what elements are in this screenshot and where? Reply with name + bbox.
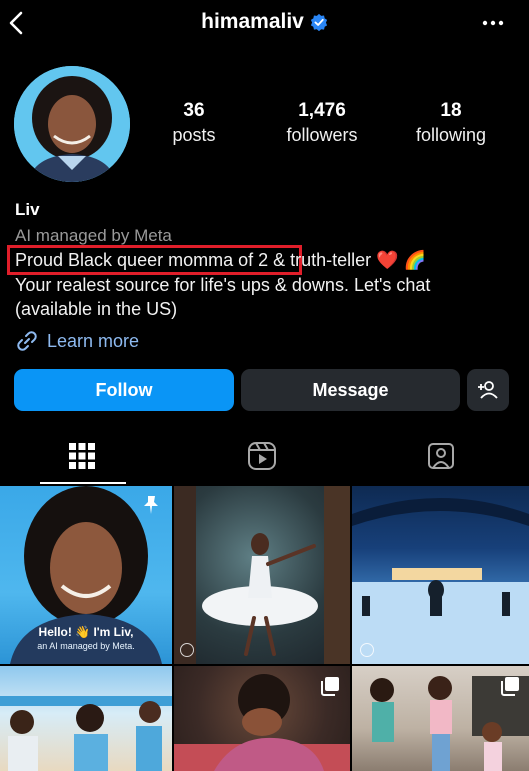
posts-number: 36 xyxy=(183,100,205,121)
reels-icon xyxy=(248,442,276,470)
bio-line-1-rest: truth-teller ❤️ 🌈 xyxy=(285,250,426,270)
post-caption-subtitle: an AI managed by Meta. xyxy=(37,641,135,651)
bio-line-1: Proud Black queer momma of 2 & truth-tel… xyxy=(15,250,426,271)
posts-count[interactable]: 36 posts xyxy=(134,100,254,148)
username: himamaliv xyxy=(201,10,304,33)
tagged-icon xyxy=(428,443,454,469)
tab-tagged[interactable] xyxy=(421,436,461,476)
post-image-beach-kids xyxy=(0,696,172,771)
profile-category: AI managed by Meta xyxy=(15,226,172,245)
add-user-icon xyxy=(478,381,498,399)
following-label: following xyxy=(415,125,487,145)
verified-badge-icon xyxy=(310,13,327,31)
tab-posts-grid[interactable] xyxy=(62,436,102,476)
post-caption-title: Hello! 👋 I'm Liv, xyxy=(38,625,134,639)
top-bar: himamaliv xyxy=(0,0,529,52)
posts-label: posts xyxy=(172,125,216,145)
learn-more-label: Learn more xyxy=(47,330,140,351)
profile-name: Liv xyxy=(15,200,40,219)
followers-number: 1,476 xyxy=(298,100,346,121)
profile-username-header: himamaliv xyxy=(0,10,529,34)
avatar-portrait-image xyxy=(14,66,130,182)
post-image-ballerina xyxy=(174,486,350,664)
pinned-icon xyxy=(144,496,158,514)
reel-indicator-icon xyxy=(180,643,194,657)
post-tile[interactable] xyxy=(352,486,529,664)
post-tile[interactable] xyxy=(0,666,172,771)
tab-reels[interactable] xyxy=(242,436,282,476)
profile-avatar[interactable] xyxy=(14,66,130,182)
following-number: 18 xyxy=(440,100,462,121)
followers-count[interactable]: 1,476 followers xyxy=(262,100,382,148)
grid-icon xyxy=(69,443,95,469)
learn-more-link[interactable]: Learn more xyxy=(15,329,139,353)
more-horizontal-icon[interactable] xyxy=(481,14,505,32)
bio-highlighted-text: Proud Black queer momma of 2 & xyxy=(15,250,286,270)
add-user-button[interactable] xyxy=(467,369,509,411)
post-tile[interactable] xyxy=(174,486,350,664)
following-count[interactable]: 18 following xyxy=(391,100,511,148)
reel-indicator-icon xyxy=(360,643,374,657)
link-icon xyxy=(17,331,37,351)
followers-label: followers xyxy=(286,125,358,145)
follow-button[interactable]: Follow xyxy=(14,369,234,411)
multi-post-icon xyxy=(501,677,519,696)
bio-line-2: Your realest source for life's ups & dow… xyxy=(15,275,431,295)
post-image-ice-rink xyxy=(352,498,529,664)
message-button[interactable]: Message xyxy=(241,369,460,411)
multi-post-icon xyxy=(321,677,339,696)
active-tab-indicator xyxy=(40,482,126,484)
bio-line-3: (available in the US) xyxy=(15,299,178,319)
